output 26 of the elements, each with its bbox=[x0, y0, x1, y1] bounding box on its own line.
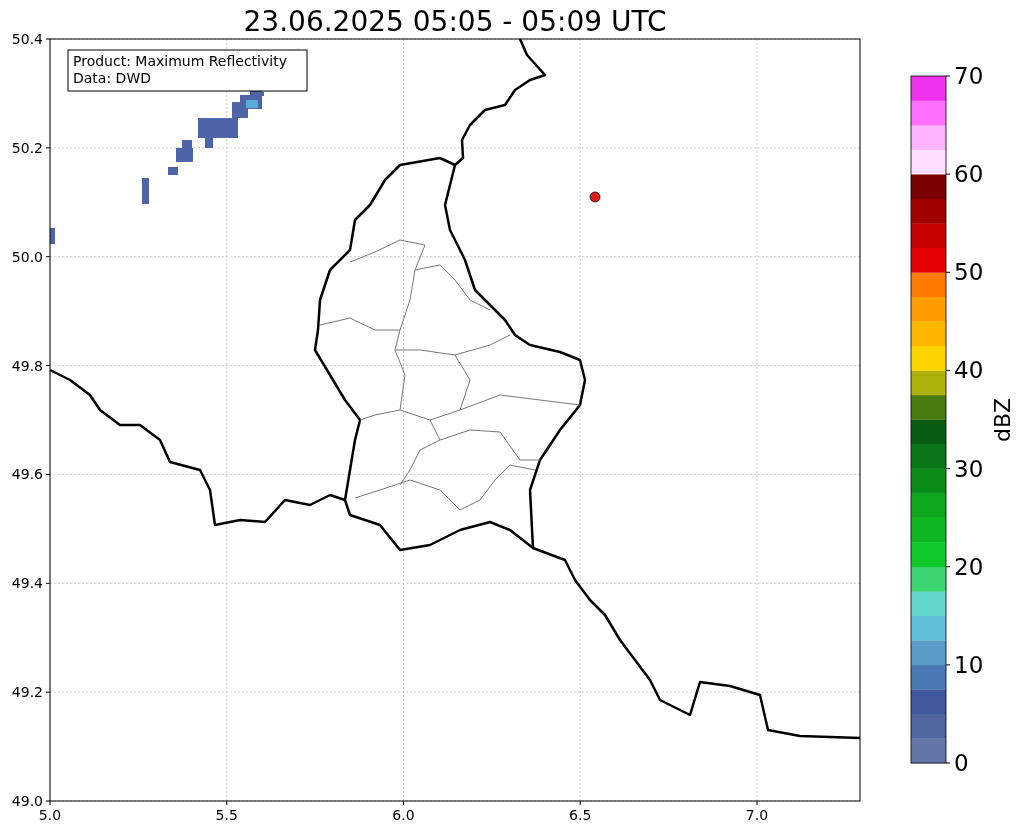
y-tick-label: 49.4 bbox=[11, 575, 43, 592]
colorbar-tick-label: 70 bbox=[954, 63, 984, 89]
x-tick-label: 7.0 bbox=[745, 807, 769, 823]
y-tick-label: 49.6 bbox=[11, 466, 43, 483]
y-tick-label: 50.4 bbox=[11, 31, 43, 47]
colorbar-tick-label: 60 bbox=[954, 161, 984, 188]
info-text: Product: Maximum Reflectivity bbox=[73, 53, 287, 69]
x-tick-label: 5.0 bbox=[38, 807, 62, 823]
y-tick-label: 50.0 bbox=[11, 248, 43, 265]
colorbar-tick-label: 10 bbox=[954, 651, 984, 678]
y-tick-label: 49.2 bbox=[11, 684, 43, 701]
colorbar-label: dBZ bbox=[990, 397, 1015, 443]
y-tick-label: 49.0 bbox=[11, 793, 43, 809]
y-tick-label: 49.8 bbox=[11, 357, 43, 374]
chart-title: 23.06.2025 05:05 - 05:09 UTC bbox=[243, 5, 667, 38]
x-tick-label: 5.5 bbox=[215, 807, 238, 823]
colorbar-tick-label: 40 bbox=[954, 357, 984, 384]
x-tick-label: 6.0 bbox=[392, 807, 415, 823]
info-text: Data: DWD bbox=[73, 70, 151, 86]
x-tick-label: 6.5 bbox=[569, 807, 592, 823]
y-tick-label: 50.2 bbox=[11, 139, 43, 156]
colorbar-tick-label: 30 bbox=[954, 455, 984, 482]
colorbar-tick-label: 20 bbox=[954, 553, 984, 580]
colorbar-tick-label: 0 bbox=[954, 750, 969, 776]
colorbar-tick-label: 50 bbox=[954, 259, 984, 286]
radar-site-marker bbox=[589, 191, 601, 203]
